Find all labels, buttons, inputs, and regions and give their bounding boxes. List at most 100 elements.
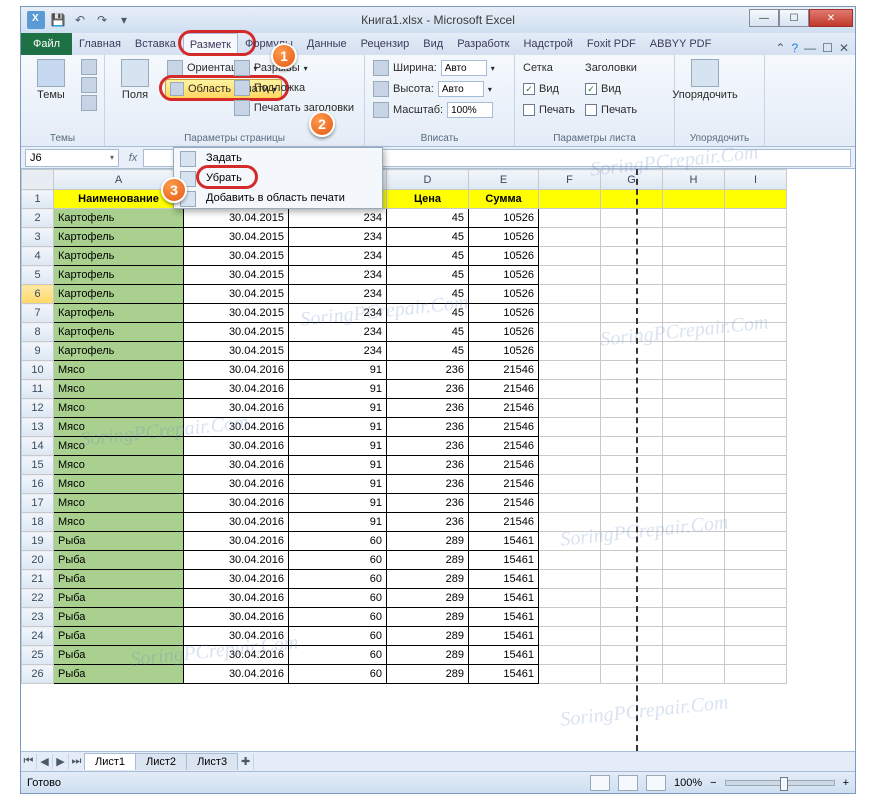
tab-file[interactable]: Файл: [21, 33, 72, 55]
background-button[interactable]: Подложка: [232, 79, 356, 97]
arrange-button[interactable]: Упорядочить: [681, 59, 729, 101]
tab-page-layout[interactable]: Разметк: [183, 33, 238, 55]
row-header-20[interactable]: 20: [22, 551, 54, 570]
table-row[interactable]: 5 Картофель30.04.20152344510526: [22, 266, 787, 285]
table-row[interactable]: 25 Рыба30.04.20166028915461: [22, 646, 787, 665]
row-header-19[interactable]: 19: [22, 532, 54, 551]
tab-view[interactable]: Вид: [416, 33, 450, 55]
tab-data[interactable]: Данные: [300, 33, 354, 55]
help-icon[interactable]: ?: [791, 41, 798, 55]
sheet-nav-next-icon[interactable]: ▶: [53, 754, 69, 770]
sheet-tab-3[interactable]: Лист3: [186, 753, 238, 770]
print-area-clear-item[interactable]: Убрать: [174, 168, 382, 188]
row-header-17[interactable]: 17: [22, 494, 54, 513]
margins-button[interactable]: Поля: [111, 59, 159, 101]
row-header-13[interactable]: 13: [22, 418, 54, 437]
table-row[interactable]: 8 Картофель30.04.20152344510526: [22, 323, 787, 342]
row-header-15[interactable]: 15: [22, 456, 54, 475]
row-header-11[interactable]: 11: [22, 380, 54, 399]
row-header-8[interactable]: 8: [22, 323, 54, 342]
headings-print-check[interactable]: Печать: [583, 101, 639, 119]
table-row[interactable]: 6 Картофель30.04.20152344510526: [22, 285, 787, 304]
maximize-button[interactable]: ☐: [779, 9, 809, 27]
doc-restore-icon[interactable]: ☐: [822, 41, 833, 55]
table-row[interactable]: 12 Мясо30.04.20169123621546: [22, 399, 787, 418]
qat-more-icon[interactable]: ▾: [115, 11, 133, 29]
row-header-12[interactable]: 12: [22, 399, 54, 418]
doc-close-icon[interactable]: ✕: [839, 41, 849, 55]
table-row[interactable]: 9 Картофель30.04.20152344510526: [22, 342, 787, 361]
table-row[interactable]: 20 Рыба30.04.20166028915461: [22, 551, 787, 570]
row-header-22[interactable]: 22: [22, 589, 54, 608]
themes-button[interactable]: Темы: [27, 59, 75, 111]
row-header-1[interactable]: 1: [22, 190, 54, 209]
col-header-D[interactable]: D: [387, 170, 469, 190]
undo-icon[interactable]: ↶: [71, 11, 89, 29]
row-header-18[interactable]: 18: [22, 513, 54, 532]
print-titles-button[interactable]: Печатать заголовки: [232, 99, 356, 117]
table-row[interactable]: 15 Мясо30.04.20169123621546: [22, 456, 787, 475]
worksheet-grid[interactable]: ABCDEFGHI1 НаименованиеДатаКоличествоЦен…: [21, 169, 855, 751]
tab-developer[interactable]: Разработк: [450, 33, 516, 55]
table-row[interactable]: 14 Мясо30.04.20169123621546: [22, 437, 787, 456]
height-input[interactable]: [438, 81, 484, 97]
theme-effects-icon[interactable]: [81, 95, 97, 111]
theme-fonts-icon[interactable]: [81, 77, 97, 93]
excel-icon[interactable]: [27, 11, 45, 29]
gridlines-view-check[interactable]: ✓ Вид: [521, 80, 577, 98]
tab-addins[interactable]: Надстрой: [516, 33, 579, 55]
close-button[interactable]: ✕: [809, 9, 853, 27]
view-layout-icon[interactable]: [618, 775, 638, 791]
col-header-H[interactable]: H: [663, 170, 725, 190]
table-row[interactable]: 22 Рыба30.04.20166028915461: [22, 589, 787, 608]
row-header-4[interactable]: 4: [22, 247, 54, 266]
headings-view-check[interactable]: ✓ Вид: [583, 80, 639, 98]
tab-review[interactable]: Рецензир: [354, 33, 417, 55]
table-row[interactable]: 10 Мясо30.04.20169123621546: [22, 361, 787, 380]
sheet-tab-1[interactable]: Лист1: [84, 753, 136, 770]
table-row[interactable]: 7 Картофель30.04.20152344510526: [22, 304, 787, 323]
table-row[interactable]: 13 Мясо30.04.20169123621546: [22, 418, 787, 437]
select-all-corner[interactable]: [22, 170, 54, 190]
zoom-in-icon[interactable]: +: [843, 777, 849, 789]
doc-minimize-icon[interactable]: —: [804, 41, 816, 55]
name-box[interactable]: J6▾: [25, 149, 119, 167]
save-icon[interactable]: 💾: [49, 11, 67, 29]
row-header-21[interactable]: 21: [22, 570, 54, 589]
new-sheet-icon[interactable]: ✚: [238, 754, 254, 770]
col-header-I[interactable]: I: [725, 170, 787, 190]
row-header-24[interactable]: 24: [22, 627, 54, 646]
row-header-6[interactable]: 6: [22, 285, 54, 304]
table-row[interactable]: 19 Рыба30.04.20166028915461: [22, 532, 787, 551]
table-row[interactable]: 4 Картофель30.04.20152344510526: [22, 247, 787, 266]
ribbon-minimize-icon[interactable]: ⌃: [775, 41, 785, 55]
row-header-25[interactable]: 25: [22, 646, 54, 665]
row-header-9[interactable]: 9: [22, 342, 54, 361]
col-header-F[interactable]: F: [539, 170, 601, 190]
gridlines-print-check[interactable]: Печать: [521, 101, 577, 119]
table-row[interactable]: 21 Рыба30.04.20166028915461: [22, 570, 787, 589]
table-row[interactable]: 23 Рыба30.04.20166028915461: [22, 608, 787, 627]
scale-input[interactable]: [447, 102, 493, 118]
row-header-5[interactable]: 5: [22, 266, 54, 285]
row-header-10[interactable]: 10: [22, 361, 54, 380]
tab-foxit[interactable]: Foxit PDF: [580, 33, 643, 55]
redo-icon[interactable]: ↷: [93, 11, 111, 29]
row-header-2[interactable]: 2: [22, 209, 54, 228]
tab-abbyy[interactable]: ABBYY PDF: [643, 33, 719, 55]
table-row[interactable]: 2 Картофель30.04.20152344510526: [22, 209, 787, 228]
col-header-G[interactable]: G: [601, 170, 663, 190]
row-header-14[interactable]: 14: [22, 437, 54, 456]
zoom-slider[interactable]: [725, 780, 835, 786]
view-normal-icon[interactable]: [590, 775, 610, 791]
table-row[interactable]: 3 Картофель30.04.20152344510526: [22, 228, 787, 247]
table-row[interactable]: 16 Мясо30.04.20169123621546: [22, 475, 787, 494]
row-header-7[interactable]: 7: [22, 304, 54, 323]
print-area-add-item[interactable]: Добавить в область печати: [174, 188, 382, 208]
tab-home[interactable]: Главная: [72, 33, 128, 55]
width-input[interactable]: [441, 60, 487, 76]
table-row[interactable]: 17 Мясо30.04.20169123621546: [22, 494, 787, 513]
print-area-set-item[interactable]: Задать: [174, 148, 382, 168]
view-pagebreak-icon[interactable]: [646, 775, 666, 791]
fx-icon[interactable]: fx: [123, 152, 143, 164]
